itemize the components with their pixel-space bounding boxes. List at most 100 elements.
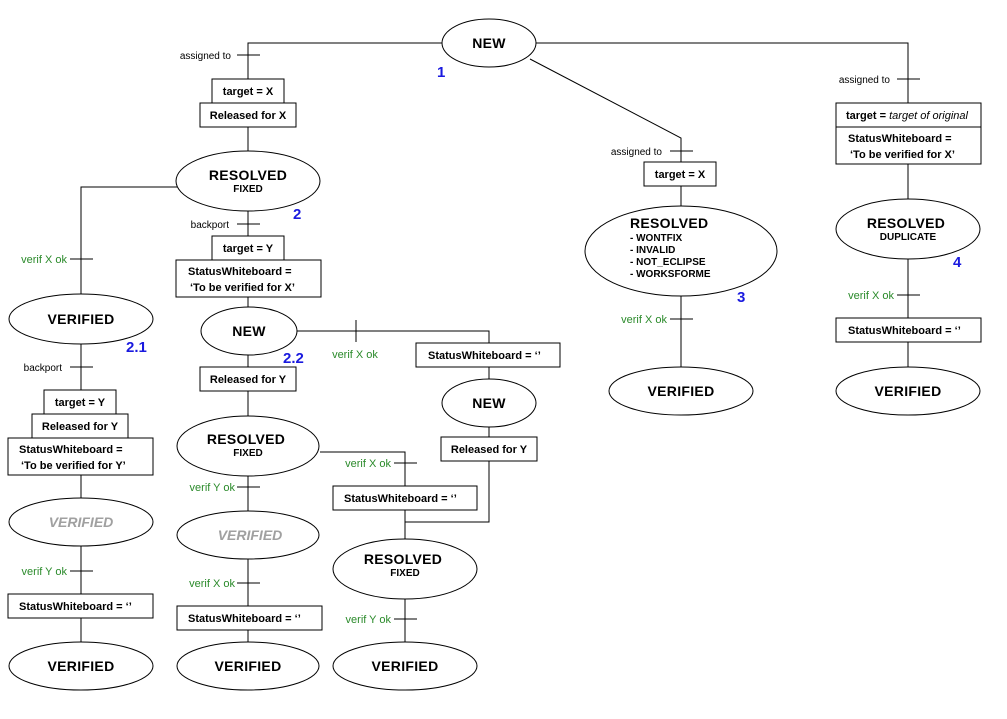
- state-resolved-3: RESOLVED - WONTFIX- INVALID- NOT_ECLIPSE-…: [584, 205, 778, 297]
- state-text: RESOLVED: [364, 551, 442, 567]
- state-text: VERIFIED: [215, 658, 282, 674]
- box-text-italic: target of original: [889, 110, 968, 122]
- box-statuswhiteboard-empty: StatusWhiteboard = ‘’: [176, 605, 323, 631]
- state-subtext: - INVALID: [630, 245, 675, 256]
- state-text: VERIFIED: [48, 311, 115, 327]
- state-new-2-2: NEW: [200, 306, 298, 356]
- connector: [80, 186, 177, 294]
- state-verified-bottom-left: VERIFIED: [8, 641, 154, 691]
- action-boxes: target = X Released for X target = Y Sta…: [7, 78, 982, 631]
- state-new-right: NEW: [441, 378, 537, 428]
- box-released-y: Released for Y: [199, 366, 297, 392]
- label-backport: backport: [24, 363, 63, 374]
- box-target-original: target = target of original: [835, 102, 982, 128]
- step-number-2: 2: [293, 206, 301, 223]
- state-verified-2-1: VERIFIED: [8, 293, 154, 345]
- box-text: StatusWhiteboard =: [19, 444, 123, 456]
- label-verif-x-ok: verif X ok: [848, 290, 894, 302]
- box-text: target = X: [223, 86, 274, 98]
- box-text: Released for Y: [210, 374, 287, 386]
- connector: [297, 330, 490, 343]
- state-subtext: - NOT_ECLIPSE: [630, 257, 706, 268]
- box-statuswhiteboard-verify-x: StatusWhiteboard = ‘To be verified for X’: [175, 259, 322, 298]
- label-assigned-to: assigned to: [611, 147, 663, 158]
- state-resolved-fixed-right: RESOLVEDFIXED: [332, 538, 478, 600]
- label-verif-x-ok: verif X ok: [189, 578, 235, 590]
- state-subtext: - WONTFIX: [630, 233, 683, 244]
- state-subtext: DUPLICATE: [880, 232, 937, 243]
- state-new-1: NEW: [441, 18, 537, 68]
- state-text: RESOLVED: [207, 431, 285, 447]
- transition-labels: assigned to backport verif X ok verif X …: [21, 51, 894, 626]
- box-statuswhiteboard-empty: StatusWhiteboard = ‘’: [415, 342, 561, 368]
- state-subtext: FIXED: [233, 448, 262, 459]
- label-assigned-to: assigned to: [180, 51, 232, 62]
- label-backport: backport: [191, 220, 230, 231]
- box-text: StatusWhiteboard = ‘’: [428, 350, 541, 362]
- box-text: StatusWhiteboard =: [188, 266, 292, 278]
- box-text: ‘To be verified for Y’: [21, 460, 126, 472]
- state-resolved-duplicate-4: RESOLVEDDUPLICATE: [835, 198, 981, 260]
- box-statuswhiteboard-empty: StatusWhiteboard = ‘’: [332, 485, 478, 511]
- box-statuswhiteboard-verify-y: StatusWhiteboard = ‘To be verified for Y’: [7, 437, 154, 476]
- label-verif-x-ok: verif X ok: [345, 458, 391, 470]
- state-verified-bottom-mid: VERIFIED: [176, 641, 320, 691]
- state-text: VERIFIED: [218, 527, 283, 543]
- state-text: NEW: [472, 395, 506, 411]
- state-text: NEW: [232, 323, 266, 339]
- state-subtext: FIXED: [233, 184, 262, 195]
- box-statuswhiteboard-empty: StatusWhiteboard = ‘’: [7, 593, 154, 619]
- box-released-y: Released for Y: [31, 413, 129, 439]
- step-number-2-2: 2.2: [283, 350, 304, 367]
- label-verif-x-ok: verif X ok: [621, 314, 667, 326]
- state-subtext: - WORKSFORME: [630, 269, 711, 280]
- box-text: ‘To be verified for X’: [190, 282, 295, 294]
- label-verif-x-ok: verif X ok: [332, 349, 378, 361]
- state-text: VERIFIED: [48, 658, 115, 674]
- label-verif-y-ok: verif Y ok: [346, 614, 392, 626]
- box-text: target = target of original: [846, 110, 969, 122]
- box-text: target = Y: [223, 243, 274, 255]
- box-target-y: target = Y: [43, 389, 117, 415]
- step-number-2-1: 2.1: [126, 339, 147, 356]
- box-text-prefix: target =: [846, 110, 889, 122]
- state-text: RESOLVED: [209, 167, 287, 183]
- state-verified-dimmed-mid: VERIFIED: [176, 510, 320, 560]
- step-number-4: 4: [953, 254, 962, 271]
- box-target-x: target = X: [643, 161, 717, 187]
- box-text: ‘To be verified for X’: [850, 149, 955, 161]
- box-text: target = X: [655, 169, 706, 181]
- box-released-y: Released for Y: [440, 436, 538, 462]
- step-number-3: 3: [737, 289, 745, 306]
- box-text: StatusWhiteboard = ‘’: [19, 601, 132, 613]
- connector: [247, 42, 442, 79]
- state-resolved-fixed-mid: RESOLVEDFIXED: [176, 415, 320, 477]
- box-text: StatusWhiteboard = ‘’: [848, 325, 961, 337]
- state-verified-3: VERIFIED: [608, 366, 754, 416]
- state-text: RESOLVED: [867, 215, 945, 231]
- box-text: StatusWhiteboard =: [848, 133, 952, 145]
- state-text: VERIFIED: [49, 514, 114, 530]
- label-assigned-to: assigned to: [839, 75, 891, 86]
- label-verif-y-ok: verif Y ok: [22, 566, 68, 578]
- box-target-x: target = X: [211, 78, 285, 104]
- box-text: Released for X: [210, 110, 287, 122]
- state-resolved-fixed-2: RESOLVEDFIXED: [175, 150, 321, 212]
- box-target-y: target = Y: [211, 235, 285, 261]
- workflow-diagram: assigned to backport verif X ok verif X …: [7, 18, 982, 691]
- box-text: StatusWhiteboard = ‘’: [344, 493, 457, 505]
- box-text: StatusWhiteboard = ‘’: [188, 613, 301, 625]
- state-subtext: FIXED: [390, 568, 419, 579]
- state-text: VERIFIED: [648, 383, 715, 399]
- box-statuswhiteboard-verify-x: StatusWhiteboard = ‘To be verified for X’: [835, 126, 982, 165]
- state-verified-dimmed-left: VERIFIED: [8, 497, 154, 547]
- state-text: VERIFIED: [875, 383, 942, 399]
- box-text: target = Y: [55, 397, 106, 409]
- label-verif-x-ok: verif X ok: [21, 254, 67, 266]
- step-number-1: 1: [437, 64, 445, 81]
- box-text: Released for Y: [451, 444, 528, 456]
- label-verif-y-ok: verif Y ok: [190, 482, 236, 494]
- state-text: RESOLVED: [630, 215, 708, 231]
- box-released-x: Released for X: [199, 102, 297, 128]
- state-text: NEW: [472, 35, 506, 51]
